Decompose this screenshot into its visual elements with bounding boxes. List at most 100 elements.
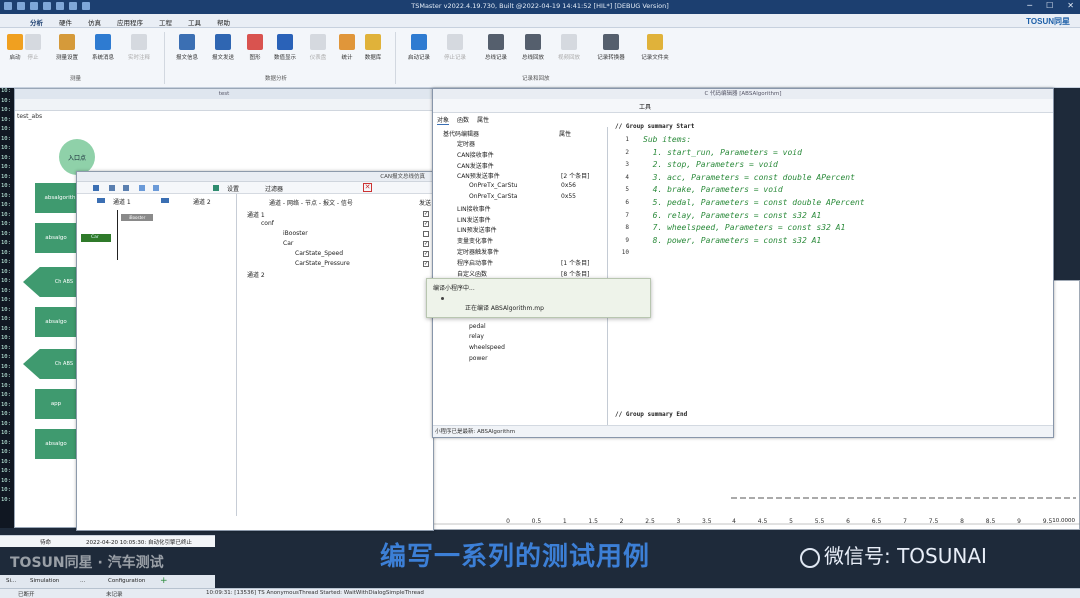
code-line[interactable]: 8. power, Parameters = const s32 A1 — [643, 236, 822, 245]
object-tree-item[interactable]: 自定义函数 — [457, 269, 487, 278]
tab-more[interactable]: ... — [80, 578, 85, 584]
add-tab-icon[interactable]: + — [160, 576, 168, 586]
down-arrow-icon[interactable] — [109, 185, 115, 191]
code-line[interactable]: 1. start_run, Parameters = void — [643, 148, 802, 157]
send-checkbox[interactable]: ✓ — [423, 261, 429, 267]
send-checkbox[interactable]: ✓ — [423, 221, 429, 227]
editor-tabs[interactable]: 对象 函数 属性 — [437, 115, 489, 125]
up-arrow-icon[interactable] — [123, 185, 129, 191]
flow-block[interactable]: app — [35, 389, 77, 419]
tree-item-car[interactable]: Car — [283, 240, 293, 247]
close-icon[interactable]: ✕ — [1067, 1, 1074, 10]
object-tree-item[interactable]: 程序启动事件 — [457, 258, 493, 267]
menu-analysis[interactable]: 分析 — [30, 17, 43, 27]
table-icon[interactable] — [153, 185, 159, 191]
maximize-icon[interactable]: ☐ — [1046, 1, 1053, 10]
tab-functions[interactable]: 函数 — [457, 115, 469, 125]
settings-dropdown[interactable]: 设置 — [227, 184, 239, 193]
flow-decision[interactable]: Ch ABS — [23, 267, 79, 297]
object-tree-item[interactable]: 定时器触发事件 — [457, 247, 499, 256]
menu-tools[interactable]: 工具 — [188, 17, 201, 27]
start-logging-button[interactable]: 启动记录 — [404, 34, 434, 61]
code-line[interactable]: 3. acc, Parameters = const double APerce… — [643, 173, 855, 182]
menu-project[interactable]: 工程 — [159, 17, 172, 27]
video-replay-button[interactable]: 视频回放 — [554, 34, 584, 61]
tree-item-channel-2[interactable]: 通道 2 — [247, 270, 265, 279]
object-tree-item[interactable]: LIN发送事件 — [457, 215, 491, 224]
minimize-icon[interactable]: ─ — [1027, 1, 1032, 10]
stop-button[interactable]: 停止 — [18, 34, 48, 61]
object-tree-item[interactable]: LIN预发送事件 — [457, 225, 497, 234]
object-tree-root[interactable]: 基代码编辑器 — [443, 129, 479, 138]
measurement-setup-button[interactable]: 测量设置 — [52, 34, 82, 61]
menu-help[interactable]: 帮助 — [217, 17, 230, 27]
code-line[interactable]: 6. relay, Parameters = const s32 A1 — [643, 211, 822, 220]
stop-icon[interactable] — [93, 185, 99, 191]
log-folder-button[interactable]: 记录文件夹 — [640, 34, 670, 61]
object-tree-item[interactable]: relay — [469, 333, 484, 340]
object-tree-item[interactable]: OnPreTx_CarSta — [469, 193, 517, 200]
bus-logging-button[interactable]: 总线记录 — [481, 34, 511, 61]
object-tree-item[interactable]: CAN接收事件 — [457, 150, 494, 159]
flow-decision[interactable]: Ch ABS — [23, 349, 79, 379]
tree-item-carstate-pressure[interactable]: CarState_Pressure — [295, 260, 350, 267]
flow-tab[interactable]: test_abs — [17, 113, 42, 120]
menu-hardware[interactable]: 硬件 — [59, 17, 72, 27]
code-editor[interactable]: // Group summary Start 1 Sub items: 2 1. s… — [611, 115, 1051, 427]
message-send-button[interactable]: 报文发送 — [208, 34, 238, 61]
object-tree-item[interactable]: CAN预发送事件 — [457, 171, 500, 180]
node-car[interactable]: Car — [81, 234, 111, 242]
close-icon[interactable]: ✕ — [363, 183, 372, 192]
refresh-icon[interactable] — [213, 185, 219, 191]
filter-label[interactable]: 过滤器 — [265, 184, 283, 193]
database-button[interactable]: 数据库 — [358, 34, 388, 61]
can-sim-toolbar[interactable]: 设置 过滤器 ✕ — [77, 182, 433, 194]
graphics-button[interactable]: 图形 — [240, 34, 270, 61]
send-checkbox[interactable] — [423, 231, 429, 237]
bus-replay-button[interactable]: 总线回放 — [518, 34, 548, 61]
dashboard-button[interactable]: 仪表盘 — [303, 34, 333, 61]
tab-configuration[interactable]: Configuration — [108, 578, 145, 584]
menu-simulation[interactable]: 仿真 — [88, 17, 101, 27]
send-checkbox[interactable]: ✓ — [423, 241, 429, 247]
menu-applications[interactable]: 应用程序 — [117, 17, 143, 27]
code-line[interactable]: 7. wheelspeed, Parameters = const s32 A1 — [643, 223, 846, 232]
object-tree-item[interactable]: pedal — [469, 323, 486, 330]
object-tree-item[interactable]: CAN发送事件 — [457, 161, 494, 170]
tab-si[interactable]: Si... — [6, 578, 16, 584]
message-info-button[interactable]: 报文信息 — [172, 34, 202, 61]
numeric-display-button[interactable]: 数值显示 — [270, 34, 300, 61]
object-tree-item[interactable]: power — [469, 355, 488, 362]
tab-simulation[interactable]: Simulation — [30, 578, 59, 584]
code-line[interactable]: Sub items: — [643, 135, 691, 144]
object-tree-item[interactable]: LIN接收事件 — [457, 204, 491, 213]
object-tree-item[interactable]: 定时器 — [457, 139, 475, 148]
entry-node[interactable]: 入口点 — [59, 139, 95, 175]
log-converter-button[interactable]: 记录转换器 — [596, 34, 626, 61]
object-tree-item[interactable]: 变量变化事件 — [457, 236, 493, 245]
code-line[interactable]: 5. pedal, Parameters = const double APer… — [643, 198, 865, 207]
tab-objects[interactable]: 对象 — [437, 115, 450, 125]
flow-toolbar[interactable] — [15, 99, 433, 111]
tree-item-conf[interactable]: conf — [261, 220, 274, 227]
system-message-button[interactable]: 系统消息 — [88, 34, 118, 61]
tree-item-carstate-speed[interactable]: CarState_Speed — [295, 250, 343, 257]
tree-item-channel-1[interactable]: 通道 1 — [247, 210, 265, 219]
tree-item-ibooster[interactable]: iBooster — [283, 230, 308, 237]
object-tree-item[interactable]: OnPreTx_CarStu — [469, 182, 518, 189]
stop-logging-button[interactable]: 停止记录 — [440, 34, 470, 61]
code-line[interactable]: 2. stop, Parameters = void — [643, 160, 778, 169]
node-ibooster[interactable]: iBooster — [121, 214, 153, 221]
flow-block[interactable]: absalgo — [35, 223, 77, 253]
editor-toolbar[interactable]: 工具 — [433, 99, 1053, 113]
send-checkbox[interactable]: ✓ — [423, 251, 429, 257]
grid-icon[interactable] — [139, 185, 145, 191]
tab-properties[interactable]: 属性 — [477, 115, 489, 125]
flow-block[interactable]: absalgo — [35, 429, 77, 459]
realtime-comment-button[interactable]: 实时注释 — [124, 34, 154, 61]
send-checkbox[interactable]: ✓ — [423, 211, 429, 217]
object-tree-item[interactable]: wheelspeed — [469, 344, 505, 351]
flow-block[interactable]: absalgo — [35, 307, 77, 337]
tools-dropdown[interactable]: 工具 — [639, 102, 651, 111]
code-line[interactable]: 4. brake, Parameters = void — [643, 185, 783, 194]
